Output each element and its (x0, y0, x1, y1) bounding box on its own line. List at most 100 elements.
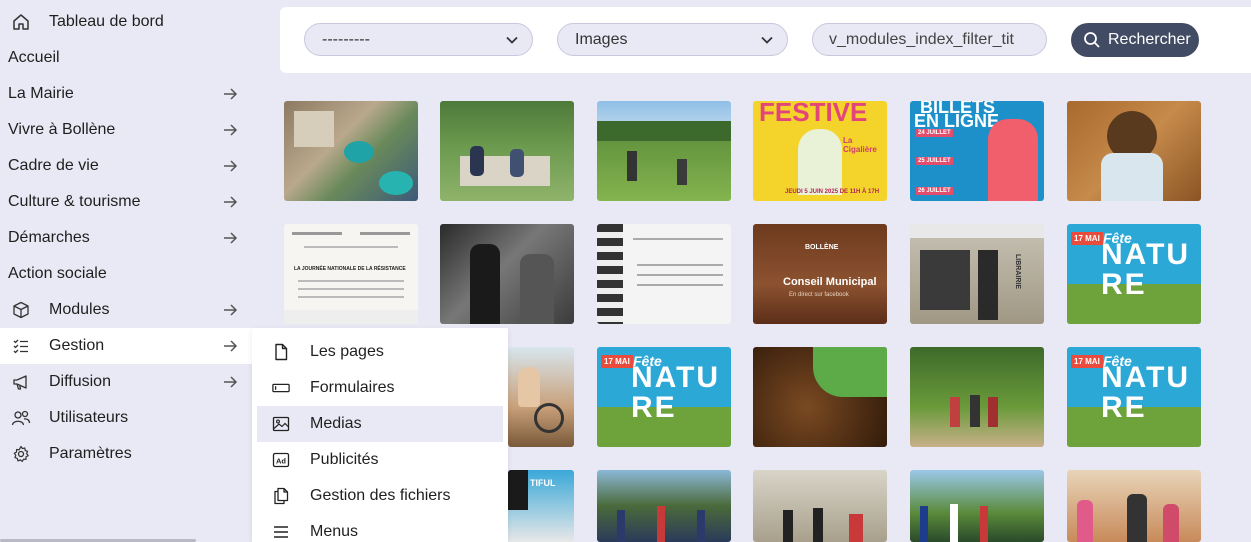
arrow-right-icon (224, 376, 238, 388)
sidebar-item-label: Utilisateurs (49, 409, 129, 426)
filter-bar: --------- Images Rechercher (280, 7, 1251, 73)
nature-date: 17 MAI (1071, 355, 1103, 368)
media-thumbnail[interactable]: BOLLÈNE Conseil Municipal En direct sur … (753, 224, 887, 324)
sidebar-item-label: La Mairie (8, 85, 74, 102)
nature-date: 17 MAI (1071, 232, 1103, 245)
sidebar-item-diffusion[interactable]: Diffusion (0, 364, 252, 400)
media-thumbnail[interactable] (1067, 470, 1201, 542)
media-thumbnail[interactable]: LIBRAIRIE (910, 224, 1044, 324)
form-icon (272, 383, 290, 393)
billets-tag: 25 JUILLET (916, 157, 953, 165)
submenu-item-menus[interactable]: Menus (257, 514, 503, 542)
sidebar-item-label: Cadre de vie (8, 157, 99, 174)
search-button-label: Rechercher (1108, 31, 1191, 48)
sidebar-item-label: Action sociale (8, 265, 107, 282)
media-thumbnail[interactable]: 17 MAI Fête NATURE (1067, 224, 1201, 324)
sidebar-item-action-sociale[interactable]: Action sociale (0, 256, 252, 292)
submenu-item-les-pages[interactable]: Les pages (257, 334, 503, 370)
media-thumbnail[interactable]: BILLETS EN LIGNE 24 JUILLET 25 JUILLET 2… (910, 101, 1044, 201)
submenu-item-formulaires[interactable]: Formulaires (257, 370, 503, 406)
cube-icon (10, 299, 32, 321)
sidebar-item-la-mairie[interactable]: La Mairie (0, 76, 252, 112)
submenu-item-publicites[interactable]: Ad Publicités (257, 442, 503, 478)
sidebar-item-label: Tableau de bord (49, 13, 164, 30)
document-title: LA JOURNÉE NATIONALE DE LA RÉSISTANCE (294, 266, 406, 272)
tiful-label: TIFUL (530, 478, 556, 488)
media-thumbnail[interactable]: 17 MAI Fête NATURE (597, 347, 731, 447)
users-icon (10, 407, 32, 429)
files-icon (274, 487, 289, 505)
nature-date: 17 MAI (601, 355, 633, 368)
librairie-label: LIBRAIRIE (1014, 254, 1021, 289)
sidebar-item-label: Démarches (8, 229, 90, 246)
sidebar-item-tableau-de-bord[interactable]: Tableau de bord (0, 4, 252, 40)
sidebar-item-cadre-de-vie[interactable]: Cadre de vie (0, 148, 252, 184)
sidebar-item-label: Paramètres (49, 445, 132, 462)
media-thumbnail[interactable] (753, 347, 887, 447)
media-thumbnail[interactable] (1067, 101, 1201, 201)
search-input[interactable] (812, 23, 1047, 56)
arrow-right-icon (224, 124, 238, 136)
submenu-item-label: Formulaires (310, 379, 395, 396)
nature-letters: NATURE (631, 361, 721, 424)
chevron-down-icon (761, 36, 773, 44)
festive-title: FESTIVE (759, 101, 868, 127)
billets-tag: 26 JUILLET (916, 187, 953, 195)
chevron-down-icon (506, 36, 518, 44)
conseil-title: Conseil Municipal (783, 276, 877, 288)
media-thumbnail[interactable] (440, 224, 574, 324)
menu-icon (274, 526, 288, 538)
category-select[interactable]: --------- (304, 23, 533, 56)
sidebar-item-utilisateurs[interactable]: Utilisateurs (0, 400, 252, 436)
media-thumbnail[interactable] (284, 101, 418, 201)
sidebar-item-label: Accueil (8, 49, 60, 66)
arrow-right-icon (224, 196, 238, 208)
bollene-label: BOLLÈNE (805, 244, 839, 251)
media-thumbnail[interactable] (753, 470, 887, 542)
arrow-right-icon (224, 232, 238, 244)
media-thumbnail[interactable] (910, 347, 1044, 447)
media-thumbnail[interactable]: TIFUL (508, 470, 574, 542)
media-thumbnail[interactable] (597, 224, 731, 324)
festive-date: JEUDI 5 JUIN 2025 DE 11H À 17H (785, 189, 880, 195)
media-thumbnail[interactable] (910, 470, 1044, 542)
sidebar-item-modules[interactable]: Modules (0, 292, 252, 328)
gestion-submenu: Les pages Formulaires Medias Ad Publicit… (252, 328, 508, 542)
sidebar-item-demarches[interactable]: Démarches (0, 220, 252, 256)
sidebar-item-label: Modules (49, 301, 110, 318)
submenu-item-label: Les pages (310, 343, 384, 360)
sidebar-item-accueil[interactable]: Accueil (0, 40, 252, 76)
sidebar-item-label: Gestion (49, 337, 105, 354)
search-button[interactable]: Rechercher (1071, 23, 1199, 57)
sidebar-item-parametres[interactable]: Paramètres (0, 436, 252, 472)
media-thumbnail[interactable]: LA JOURNÉE NATIONALE DE LA RÉSISTANCE (284, 224, 418, 324)
category-select-value: --------- (322, 30, 370, 48)
sidebar-item-label: Culture & tourisme (8, 193, 141, 210)
sidebar-item-culture-tourisme[interactable]: Culture & tourisme (0, 184, 252, 220)
media-thumbnail[interactable] (597, 101, 731, 201)
sidebar-item-vivre-a-bollene[interactable]: Vivre à Bollène (0, 112, 252, 148)
billets-tag: 24 JUILLET (916, 129, 953, 137)
media-thumbnail[interactable]: FESTIVE La Cigalière JEUDI 5 JUIN 2025 D… (753, 101, 887, 201)
submenu-item-gestion-des-fichiers[interactable]: Gestion des fichiers (257, 478, 503, 514)
media-thumbnail[interactable] (440, 101, 574, 201)
media-type-select[interactable]: Images (557, 23, 788, 56)
sidebar-item-label: Diffusion (49, 373, 111, 390)
media-thumbnail[interactable] (597, 470, 731, 542)
search-icon (1084, 32, 1100, 48)
checklist-icon (10, 335, 32, 357)
arrow-right-icon (224, 160, 238, 172)
media-thumbnail[interactable]: 17 MAI Fête NATURE (1067, 347, 1201, 447)
submenu-item-label: Gestion des fichiers (310, 487, 451, 504)
nature-letters: NATURE (1101, 238, 1191, 301)
home-icon (10, 11, 32, 33)
svg-text:Ad: Ad (276, 457, 286, 466)
sidebar-item-label: Vivre à Bollène (8, 121, 116, 138)
conseil-subtitle: En direct sur facebook (789, 292, 849, 298)
media-thumbnail[interactable] (508, 347, 574, 447)
sidebar-item-gestion[interactable]: Gestion (0, 328, 252, 364)
submenu-item-label: Menus (310, 523, 359, 540)
sidebar: Tableau de bord Accueil La Mairie Vivre … (0, 0, 252, 542)
gear-icon (10, 443, 32, 465)
submenu-item-medias[interactable]: Medias (257, 406, 503, 442)
